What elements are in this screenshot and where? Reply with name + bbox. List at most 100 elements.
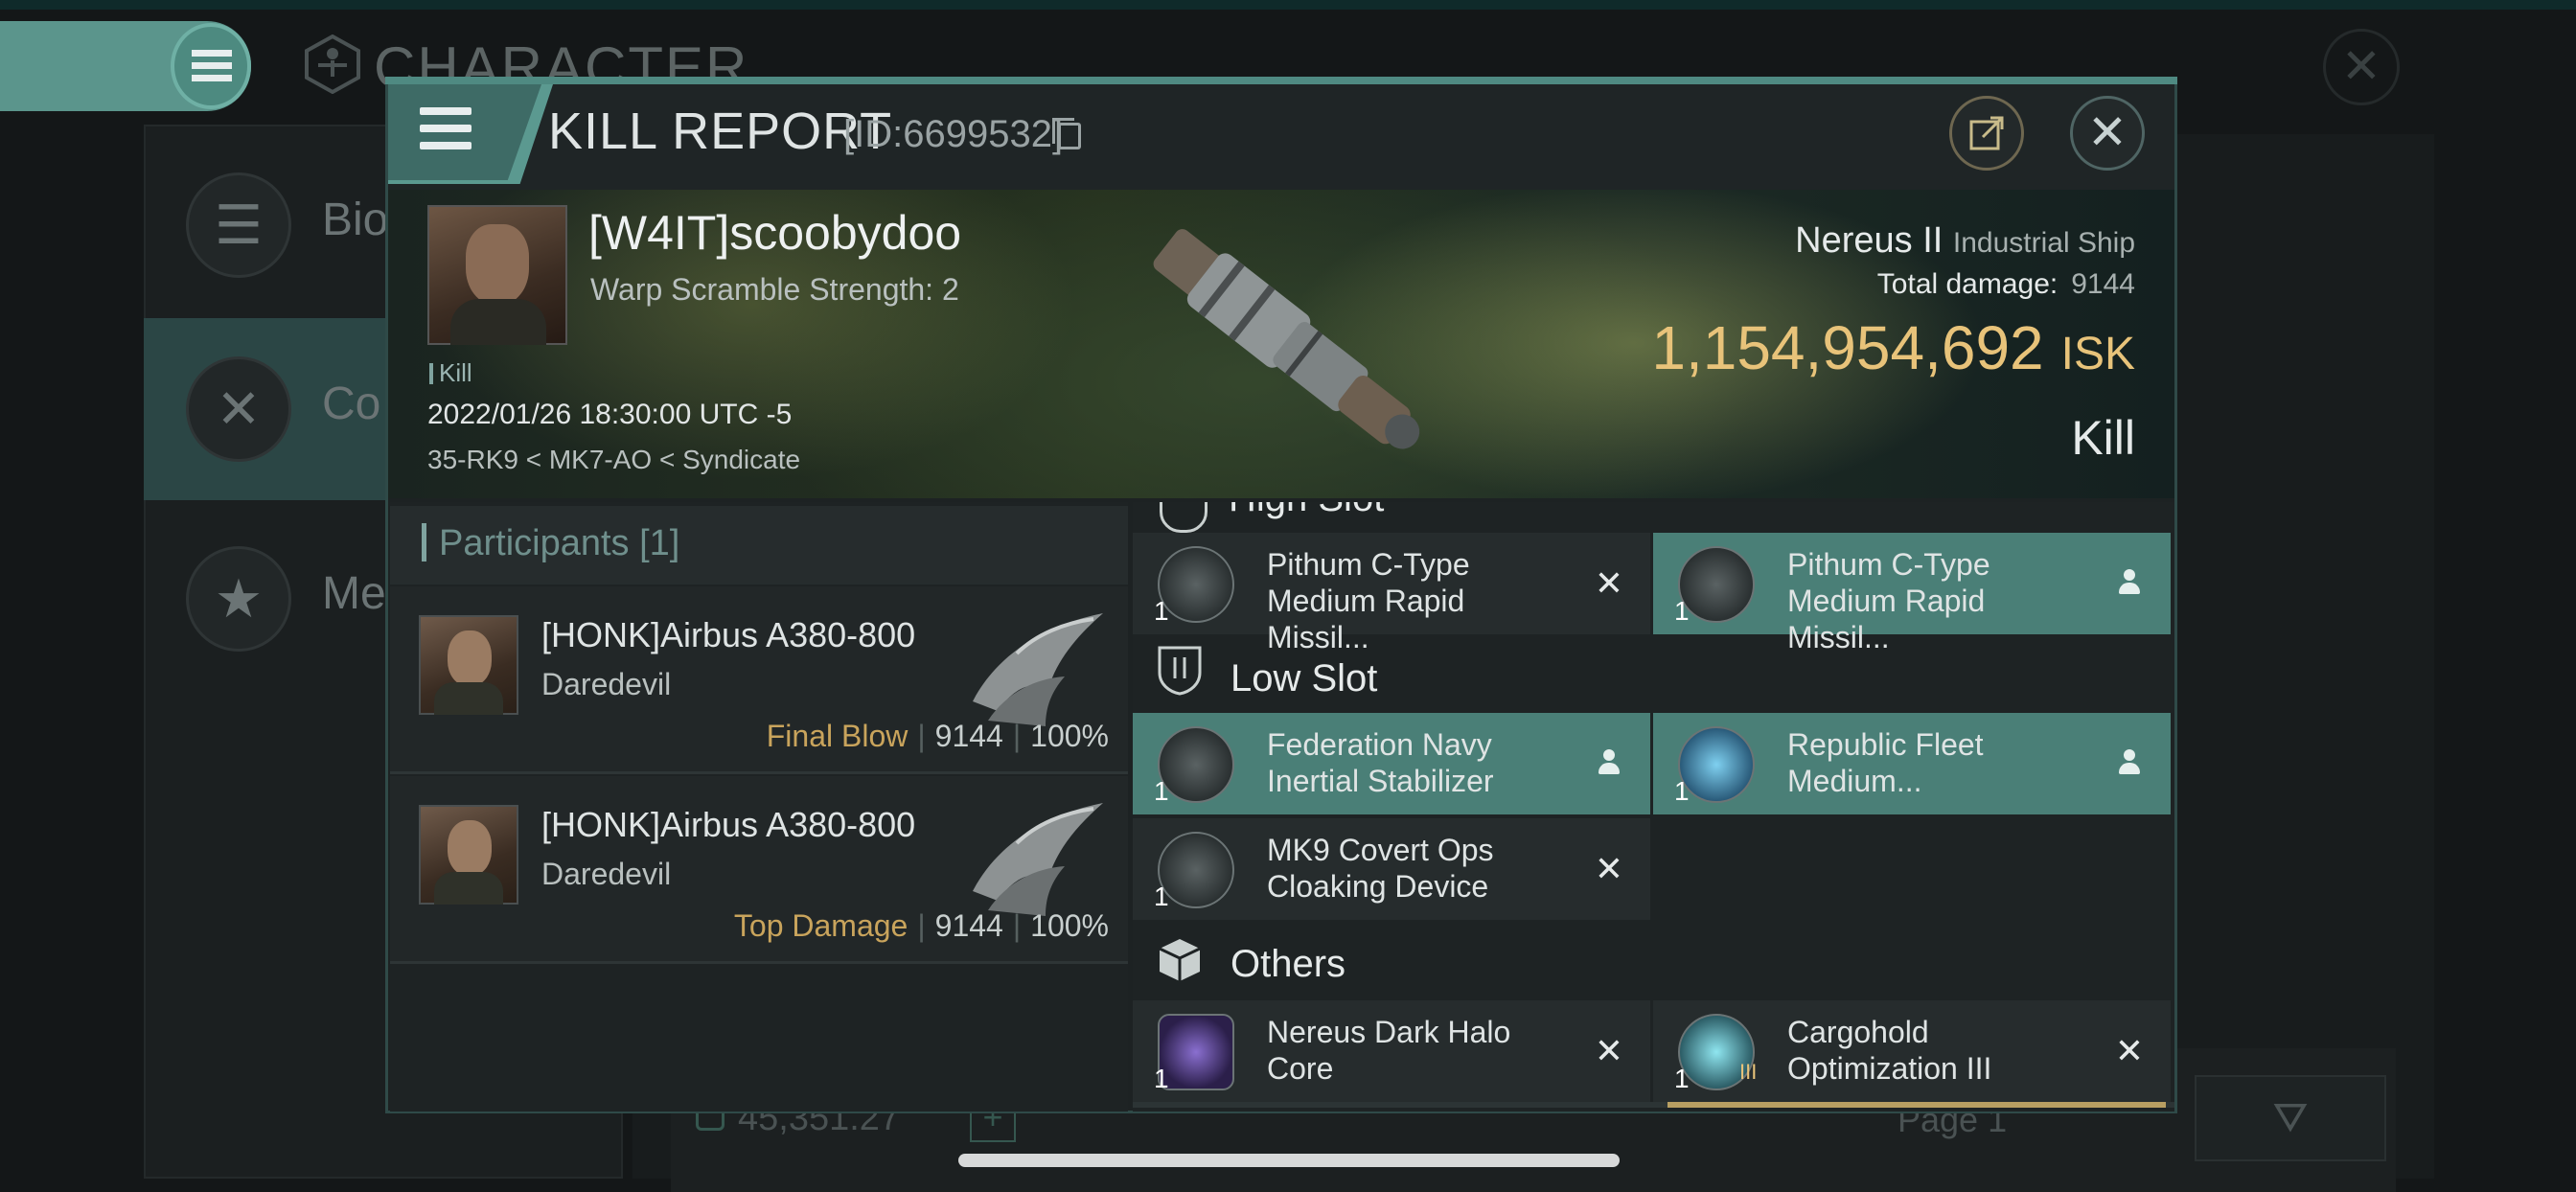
kill-location[interactable]: 35-RK9 < MK7-AO < Syndicate	[427, 445, 800, 475]
fitting-item[interactable]: 1 Nereus Dark Halo Core ✕	[1133, 1000, 1650, 1102]
participant-ship: Daredevil	[541, 667, 672, 701]
item-quantity: 1	[1154, 882, 1169, 911]
item-quantity: 1	[1674, 596, 1690, 626]
kill-tag: Kill	[429, 358, 472, 388]
participant-stats: Final Blow | 9144 | 100%	[766, 719, 1109, 753]
high-slot-icon	[1160, 502, 1208, 533]
ship-class: Industrial Ship	[1952, 227, 2135, 259]
dropped-person-icon	[2117, 749, 2142, 776]
crossed-swords-icon: ✕	[186, 356, 291, 462]
item-quantity: 1	[1154, 1064, 1169, 1093]
participants-header-bar	[422, 523, 426, 562]
participant-ship-image	[973, 613, 1103, 726]
isk-unit: ISK	[2060, 329, 2135, 379]
menu-icon: ☰	[186, 172, 291, 278]
share-button[interactable]	[1949, 96, 2024, 171]
total-damage: Total damage: 9144	[1495, 268, 2135, 301]
participant-tag: Final Blow	[766, 719, 908, 753]
background-menu-button[interactable]	[171, 23, 251, 109]
share-icon	[1969, 116, 2004, 150]
sidebar-item-label: Bio	[322, 195, 389, 245]
fitting-item[interactable]: 1 Federation Navy Inertial Stabilizer	[1133, 713, 1650, 814]
item-name: Federation Navy Inertial Stabilizer	[1267, 727, 1494, 798]
participant-percent: 100%	[1030, 908, 1109, 943]
destroyed-icon: ✕	[2114, 1031, 2145, 1070]
kill-id: [ID:6699532]	[843, 113, 1064, 155]
fitting-item[interactable]: 1 III Cargohold Optimization III ✕	[1653, 1000, 2171, 1102]
result-label: Kill	[2071, 411, 2135, 465]
missile-launcher-icon	[1158, 546, 1234, 623]
fitting-item[interactable]: 1 MK9 Covert Ops Cloaking Device ✕	[1133, 818, 1650, 920]
victim-name[interactable]: [W4IT]scoobydoo	[588, 205, 961, 261]
item-name: Cargohold Optimization III	[1787, 1015, 1992, 1086]
destroyed-icon: ✕	[1594, 849, 1624, 888]
star-icon: ★	[186, 546, 291, 652]
warp-scramble-strength: Warp Scramble Strength: 2	[590, 272, 959, 307]
participant-tag: Top Damage	[733, 908, 908, 943]
filter-button[interactable]: ⛛	[2195, 1075, 2386, 1161]
total-damage-value: 9144	[2071, 268, 2135, 300]
character-icon	[305, 34, 360, 94]
destroyed-icon: ✕	[1594, 563, 1624, 603]
menu-icon	[192, 50, 232, 81]
item-quantity: 1	[1674, 776, 1690, 806]
participant-name: [HONK]Airbus A380-800	[541, 615, 916, 654]
participant-damage: 9144	[934, 719, 1003, 753]
ship-name[interactable]: Nereus II Industrial Ship	[1495, 220, 2135, 262]
close-button[interactable]: ✕	[2070, 96, 2145, 171]
item-name: Pithum C-Type Medium Rapid Missil...	[1267, 547, 1470, 654]
fitting-item[interactable]: 1 Pithum C-Type Medium Rapid Missil... ✕	[1133, 533, 1650, 654]
isk-value: 1,154,954,692 ISK	[1342, 312, 2135, 383]
participant-portrait[interactable]	[419, 805, 518, 905]
participants-label: Participants	[439, 523, 630, 563]
item-name: MK9 Covert Ops Cloaking Device	[1267, 833, 1494, 904]
top-status-bar	[0, 0, 2576, 10]
modal-title: KILL REPORT	[548, 103, 893, 160]
fitting-item[interactable]: 1 Pithum C-Type Medium Rapid Missil...	[1653, 533, 2171, 654]
missile-launcher-icon	[1678, 546, 1755, 623]
participant-percent: 100%	[1030, 719, 1109, 753]
dropped-person-icon	[1597, 749, 1622, 776]
low-slot-icon	[1158, 646, 1202, 696]
fitting-panel[interactable]: High Slot 1 Pithum C-Type Medium Rapid M…	[1133, 502, 2174, 1112]
low-slot-label: Low Slot	[1230, 657, 1378, 699]
background-close-button[interactable]: ✕	[2323, 29, 2400, 105]
participant-stats: Top Damage | 9144 | 100%	[733, 908, 1109, 943]
sidebar-item-label: Co	[322, 378, 381, 429]
inertial-stabilizer-icon	[1158, 726, 1234, 803]
fitting-item[interactable]: 1 Republic Fleet Medium...	[1653, 713, 2171, 814]
menu-icon	[420, 107, 472, 151]
item-name: Pithum C-Type Medium Rapid Missil...	[1787, 547, 1990, 654]
fitting-scroll-indicator[interactable]	[1668, 1102, 2166, 1108]
participant-ship: Daredevil	[541, 857, 672, 891]
tech-level-badge: III	[1739, 1060, 1758, 1084]
participant-row[interactable]: [HONK]Airbus A380-800 Daredevil Final Bl…	[390, 586, 1128, 774]
destroyed-icon: ✕	[1594, 1031, 1624, 1070]
victim-portrait[interactable]	[427, 205, 567, 345]
modal-accent-bar	[385, 77, 2177, 84]
cloaking-device-icon	[1158, 832, 1234, 908]
participants-count: [1]	[639, 523, 680, 563]
filter-icon: ⛛	[2272, 1094, 2309, 1141]
dropped-person-icon	[2117, 569, 2142, 596]
sidebar-item-label: Me	[322, 568, 386, 619]
close-icon: ✕	[2341, 39, 2381, 93]
dark-halo-core-icon	[1158, 1014, 1234, 1090]
participant-portrait[interactable]	[419, 615, 518, 715]
kill-datetime: 2022/01/26 18:30:00 UTC -5	[427, 399, 793, 430]
participant-name: [HONK]Airbus A380-800	[541, 805, 916, 844]
shield-extender-icon	[1678, 726, 1755, 803]
participant-row[interactable]: [HONK]Airbus A380-800 Daredevil Top Dama…	[390, 776, 1128, 964]
copy-icon[interactable]	[1052, 118, 1081, 149]
others-label: Others	[1230, 943, 1346, 985]
high-slot-label: High Slot	[1229, 502, 1384, 520]
ship-name-text: Nereus II	[1795, 220, 1944, 261]
item-quantity: 1	[1674, 1064, 1690, 1093]
isk-amount: 1,154,954,692	[1651, 313, 2044, 382]
item-quantity: 1	[1154, 776, 1169, 806]
participant-damage: 9144	[934, 908, 1003, 943]
participants-title: Participants [1]	[439, 523, 679, 564]
item-name: Republic Fleet Medium...	[1787, 727, 1984, 798]
close-icon: ✕	[2087, 105, 2128, 159]
home-indicator[interactable]	[958, 1154, 1620, 1167]
